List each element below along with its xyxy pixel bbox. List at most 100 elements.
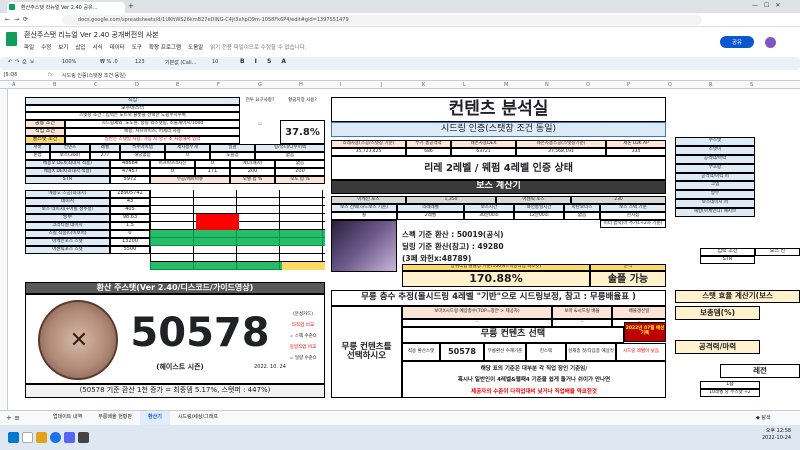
file-explorer-icon[interactable] [36,432,47,443]
dex2-a: 0 [150,168,195,176]
browser-tab[interactable]: 환산주스탯 리뉴얼 Ver 2.40 공유... [7,2,125,13]
dex-num: 0 [195,160,230,168]
undo-redo-print-icons[interactable]: ↶↷⎙⇲ [8,59,37,65]
avatar[interactable] [765,37,776,48]
hwan-title: 환산 주스탯(Ver 2.40/디스코드/가이드영상) [25,282,325,294]
explore-button[interactable]: ◆ 탐색 [756,414,771,421]
warning-box: 해당 표의 기준은 대부분 각 직업 장인 기준임/ 혹시나 일반인이 4레벨&… [402,361,666,398]
cell: 리레사용(스공/스탯창 기준) [331,140,406,148]
spec-line: 스펙 기준 환산 : 50019(공식) [402,229,504,239]
menu-item[interactable]: 보기 [58,43,68,51]
mureung-col: 현재층 첫/다음층 예상컷 [566,343,616,361]
column-letter: D [135,82,139,88]
menu-item[interactable]: 도구 [132,43,142,51]
def-label: 방무 [25,214,110,222]
cell: 없음 [255,152,325,160]
zoom-select[interactable]: 100% [62,59,76,65]
column-letter: J [381,82,383,88]
menu-item[interactable]: 삽입 [75,43,85,51]
boss-values: 윌 2레벨 30분00초 12분00초 없음 현시점 [331,212,666,220]
settings-row: 본섭 보스(300) 277 해당없음 0 노블업 없음 [25,152,325,160]
right-stat-label: 스텟이 [675,145,755,155]
spec-block: 스펙 기준 환산 : 50019(공식) 딜링 기준 환산(참고) : 4928… [402,228,602,264]
column-letter: B [53,82,57,88]
column-letter: C [94,82,98,88]
app-icon[interactable] [78,432,89,443]
dex2-d: 200 [275,168,325,176]
boss-header: 보스 선택(하드보스 기준) 리레레벨 보스시간 와헌송딜시간 마탄보너스 보스 스택 기… [331,204,666,212]
text-format-icons[interactable]: B I S A [240,58,290,65]
name-box[interactable]: J5:Q6 [4,72,17,78]
mureung-header-cell: 보마 &시드링 배율 [552,306,612,319]
menu-item[interactable]: 도움말 [188,43,203,51]
cell: 웨폰사용스공(스탯창기준) [516,140,606,148]
job-value[interactable]: 보우마스터 [25,105,240,112]
cell: 서버 [25,144,50,152]
url-field[interactable]: docs.google.com/spreadsheets/d/1UKhWS26k… [62,15,702,25]
clock-date: 2022-10-24 [762,435,792,441]
dex2-label: 메용X DEX(최대치 적용) [25,168,110,176]
cond-common-label: 공통 조건 [25,120,65,128]
discord-icon[interactable] [64,432,75,443]
req-value: 황금치장 사용? [288,97,317,103]
red-cell [196,214,239,230]
menu-item[interactable]: 확장 프로그램 [149,43,181,51]
chrome-icon[interactable] [50,432,61,443]
cell: 277 [90,152,120,160]
cell: 없음 [564,212,600,220]
mureung-value-cell: - [552,319,612,327]
mureung-select[interactable]: 무릉 컨텐츠 선택 [402,327,624,343]
cell: 35,723,425 [331,148,406,156]
aura-label: 아케인포스 스탯 [25,238,110,246]
currency-format[interactable]: ₩ % .0 [100,59,118,65]
cell: 윌 [331,212,397,220]
font-size[interactable]: 10 [212,59,218,65]
nav-buttons[interactable]: ←→⟳ [5,16,32,23]
sheet-tab-2[interactable]: 환산기 [140,411,170,425]
cell: 마탄보너스 [564,204,600,212]
sheets-favicon-icon [9,4,15,10]
record-note: 2022년 07월 예선 기록 [624,322,666,342]
solo-value: 솔플 가능 [590,271,666,287]
right-str: STR [700,256,755,264]
sheet-tab-0[interactable]: 업데이트 내역 [45,411,90,425]
boss-sel: 보스 선 [755,248,800,256]
cell: 노블업 [210,152,255,160]
number-format[interactable]: 123 [135,59,145,65]
toolbar [0,57,800,70]
formula-content[interactable]: 시드링 인증(스탯창 조건 동일) [62,72,126,79]
clock[interactable]: 오후 12:58 2022-10-24 [762,428,791,442]
sheet-tab-3[interactable]: 시드링/세상/그래프 [170,411,226,425]
meter-label: 미터 밤럭(마 추가1+2차 기준) [600,220,666,228]
sheet-tab-1[interactable]: 무릉배율 현황판 [90,411,140,425]
dmg-value: 43 [110,198,150,206]
analysis-title: 컨텐츠 분석실 [331,97,666,122]
settings-header: 서버 컨텐츠 레벨 특수아이템 제사용무게 일괄 링/유니/다수이팩 [25,144,325,152]
stat-desc: 스탯창 조건 : 입력은 노트북 슬롯을 선택한 도핑수치수록 [25,112,240,120]
menu-item[interactable]: 수정 [41,43,51,51]
new-tab-icon[interactable]: + [128,2,134,10]
search-icon[interactable] [22,432,33,443]
aura2-label: 어센틱포스 스탯 [25,246,110,254]
windows-start-icon[interactable] [8,432,19,443]
cell: 아케인 포스 [331,196,406,204]
window-controls[interactable]: —☐✕ [752,2,786,9]
column-letter: F [217,82,220,88]
menu-item[interactable]: 서식 [93,43,103,51]
column-letter: S [750,82,754,88]
state-label: 리레 2레벨 / 웨펌 4레벨 인증 상태 [331,156,666,180]
share-button[interactable]: 공유 [720,36,754,48]
menu-item[interactable]: 데이터 [110,43,125,51]
mureung-title: 무릉 층수 추정(몰시드링 4레벨 "기반"으로 시드링보정, 참고 : 무릉배… [331,290,666,306]
cell: 230 [571,196,666,204]
note-line: = 스펙 수준O [289,333,317,339]
doc-title[interactable]: 환산주스탯 리뉴얼 Ver 2.40 공개버전의 사본 [24,30,159,40]
mureung-title-text: 무릉 층수 추정(몰시드링 4레벨 "기반"으로 시드링보정, 참고 : 무릉배… [361,292,636,303]
font-select[interactable]: 기본값 (Cali... [165,59,196,66]
aura-value: 13200 [110,238,150,246]
cell: 일괄 [210,144,255,152]
mureung-col: 적용 환산스탯 [402,343,440,361]
checkbox-area[interactable]: ☑ [240,120,280,128]
add-sheet-icon[interactable]: + ≡ [6,414,20,422]
menu-item[interactable]: 파일 [24,43,34,51]
